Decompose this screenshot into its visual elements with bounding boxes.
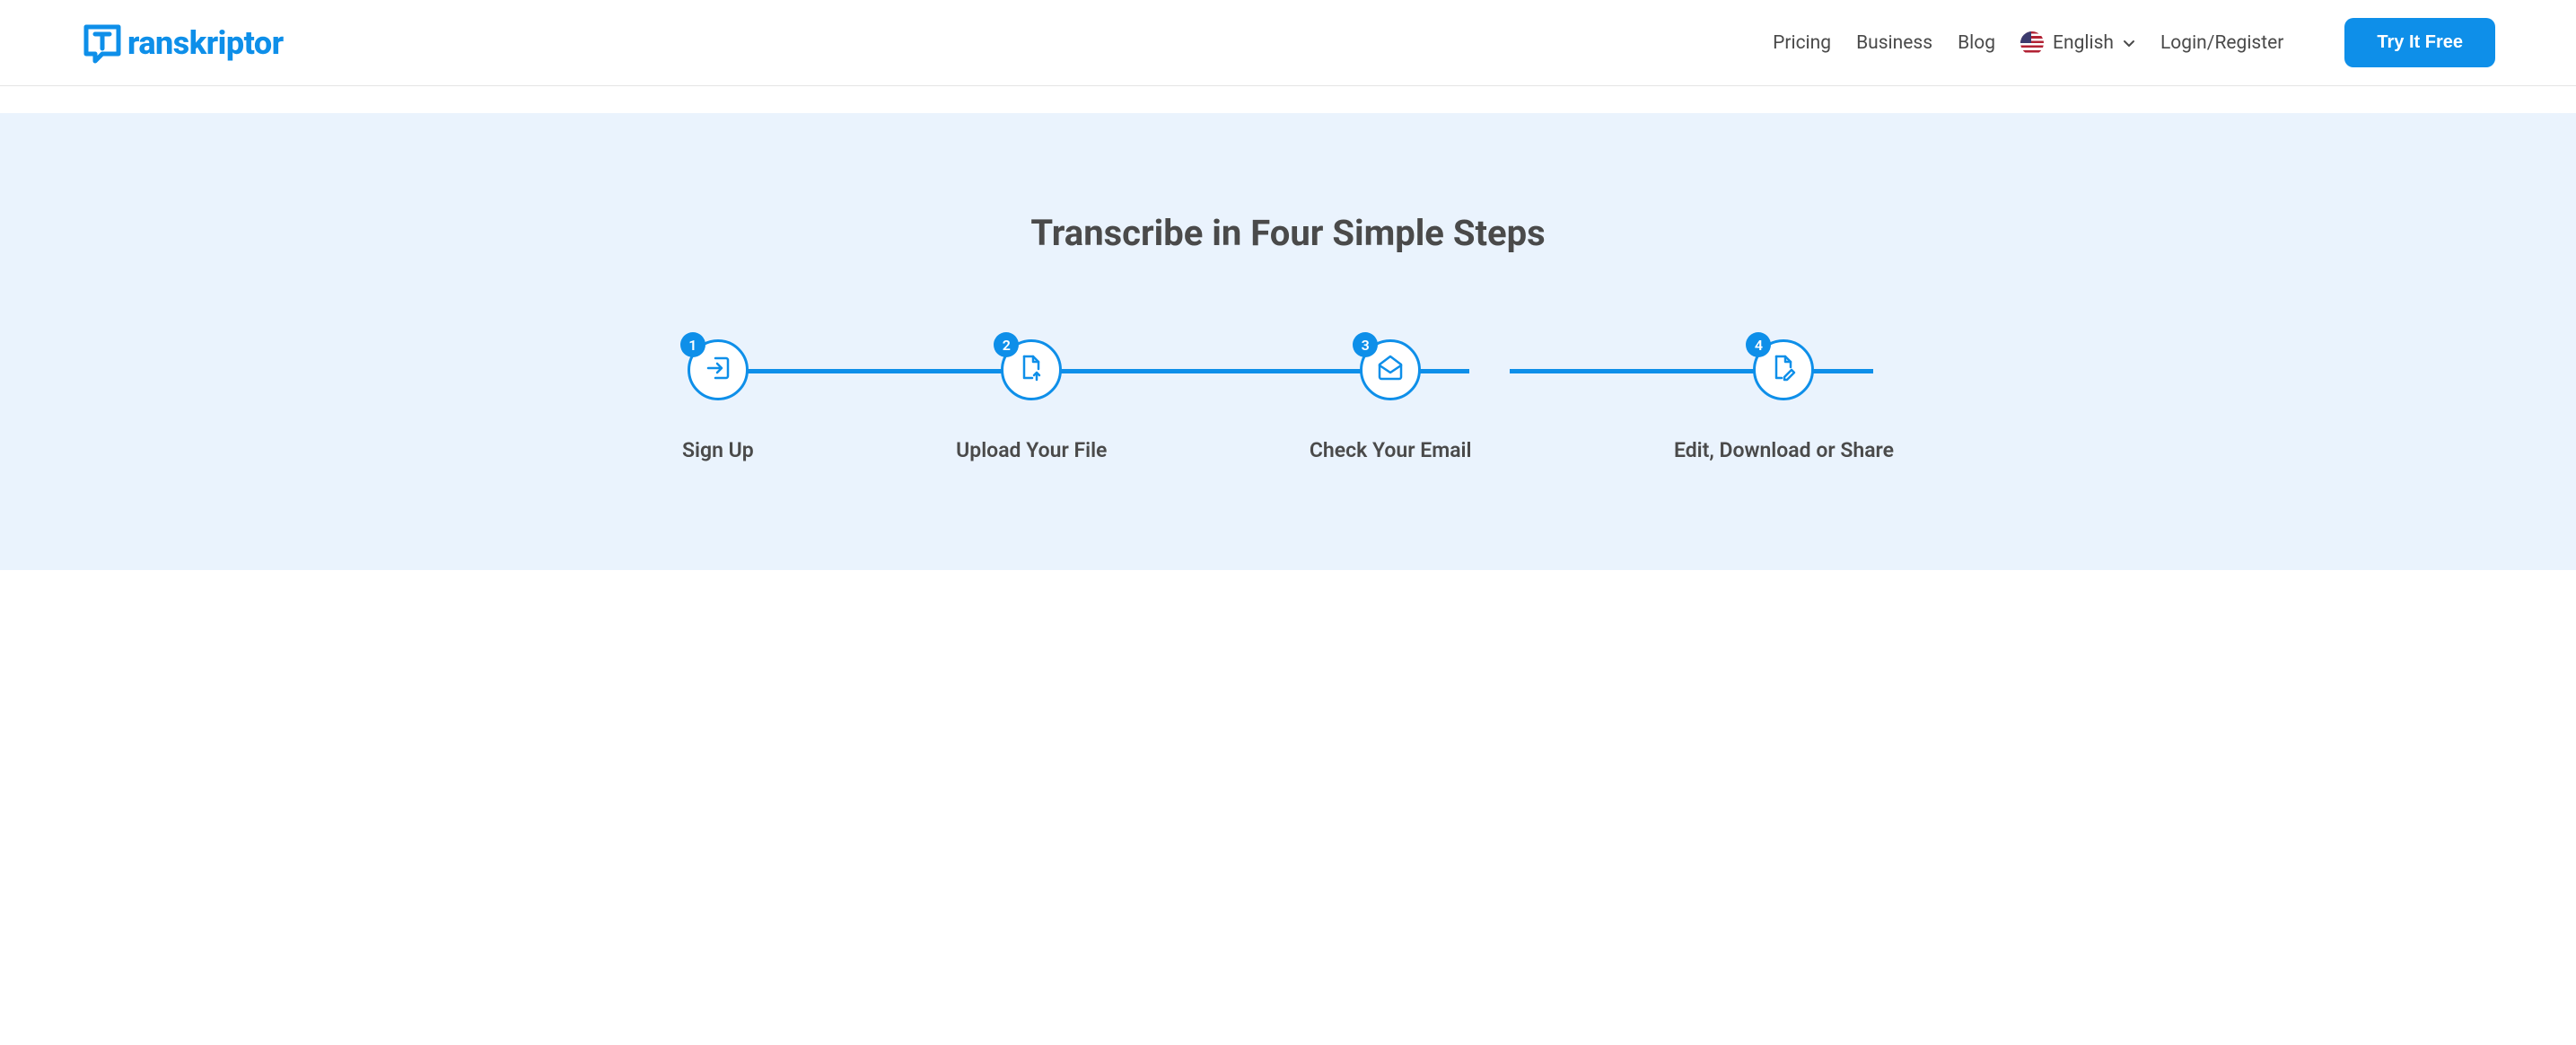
logo-icon bbox=[81, 22, 124, 65]
step-label: Edit, Download or Share bbox=[1674, 438, 1894, 462]
step-number: 1 bbox=[680, 332, 705, 357]
upload-icon bbox=[1016, 353, 1047, 387]
logo-text: ranskriptor bbox=[127, 24, 284, 62]
signup-icon bbox=[703, 353, 733, 387]
language-selector[interactable]: English bbox=[2020, 31, 2135, 55]
step-icon-wrapper: 4 bbox=[1753, 339, 1814, 400]
nav-blog[interactable]: Blog bbox=[1958, 32, 1995, 54]
main-nav: Pricing Business Blog English Login/Regi… bbox=[1773, 18, 2495, 67]
step-edit: 4 Edit, Download or Share bbox=[1674, 339, 1894, 462]
nav-pricing[interactable]: Pricing bbox=[1773, 32, 1831, 54]
step-icon-wrapper: 3 bbox=[1360, 339, 1421, 400]
step-label: Upload Your File bbox=[956, 438, 1107, 462]
step-signup: 1 Sign Up bbox=[682, 339, 754, 462]
header: ranskriptor Pricing Business Blog Englis… bbox=[0, 0, 2576, 86]
us-flag-icon bbox=[2020, 31, 2044, 55]
steps-container: 1 Sign Up 2 bbox=[682, 339, 1894, 462]
language-label: English bbox=[2053, 32, 2114, 54]
email-icon bbox=[1375, 353, 1406, 387]
step-email: 3 Check Your Email bbox=[1310, 339, 1472, 462]
step-icon-wrapper: 2 bbox=[1001, 339, 1062, 400]
chevron-down-icon bbox=[2123, 37, 2135, 49]
step-label: Sign Up bbox=[682, 438, 754, 462]
nav-business[interactable]: Business bbox=[1856, 32, 1932, 54]
step-number: 3 bbox=[1353, 332, 1378, 357]
hero-section: Transcribe in Four Simple Steps 1 Sign U… bbox=[0, 113, 2576, 570]
nav-login-register[interactable]: Login/Register bbox=[2160, 32, 2283, 54]
step-label: Check Your Email bbox=[1310, 438, 1472, 462]
logo[interactable]: ranskriptor bbox=[81, 22, 284, 65]
step-upload: 2 Upload Your File bbox=[956, 339, 1107, 462]
step-icon-wrapper: 1 bbox=[688, 339, 749, 400]
edit-icon bbox=[1768, 353, 1799, 387]
hero-title: Transcribe in Four Simple Steps bbox=[81, 212, 2495, 254]
try-free-button[interactable]: Try It Free bbox=[2344, 18, 2495, 67]
